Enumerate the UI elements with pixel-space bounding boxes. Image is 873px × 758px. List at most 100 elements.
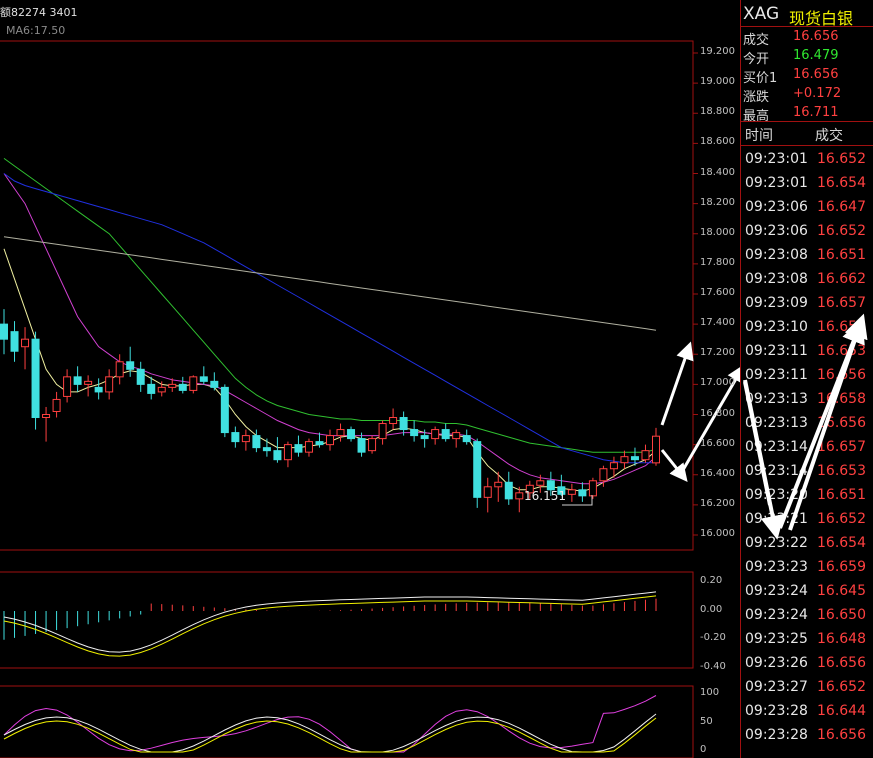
- tick-price: 16.653: [817, 343, 866, 359]
- tick-time: 09:23:20: [745, 487, 808, 503]
- candle: [336, 423, 345, 442]
- tick-time: 09:23:08: [745, 247, 808, 263]
- quote-row: 成交 16.656: [743, 29, 873, 48]
- ma-line: [3, 173, 656, 464]
- kdj-tick: 50: [700, 716, 713, 727]
- tick-row: 09:23:13 16.658: [745, 391, 873, 415]
- tick-row: 09:23:11 16.656: [745, 367, 873, 391]
- candle: [210, 372, 219, 391]
- kdj-tick: 0: [700, 744, 707, 755]
- tick-price: 16.656: [817, 727, 866, 743]
- tick-time: 09:23:14: [745, 439, 808, 455]
- tick-row: 09:23:28 16.644: [745, 703, 873, 727]
- tick-row: 09:23:28 16.656: [745, 727, 873, 751]
- macd-dif-line: [3, 591, 657, 653]
- tick-row: 09:23:10 16.650: [745, 319, 873, 343]
- candle: [441, 423, 450, 442]
- ma-line: [3, 248, 657, 492]
- macd-tick: -0.20: [700, 632, 726, 643]
- chart-window: 额82274 3401 MA6:17.50 16.151 19.200 19.00…: [0, 0, 873, 758]
- tick-price: 16.651: [817, 247, 866, 263]
- candle: [357, 432, 366, 457]
- tick-row: 09:23:22 16.654: [745, 535, 873, 559]
- candle: [63, 369, 72, 403]
- tick-time: 09:23:13: [745, 391, 808, 407]
- price-tick: 17.600: [700, 287, 735, 298]
- volume-label: 额82274 3401: [0, 6, 78, 19]
- candle: [347, 426, 356, 442]
- price-tick: 17.400: [700, 317, 735, 329]
- candle: [452, 429, 461, 448]
- candle: [410, 420, 419, 442]
- price-tick: 19.000: [700, 76, 735, 88]
- tick-price: 16.650: [817, 607, 866, 623]
- price-tick: 16.200: [700, 497, 735, 509]
- tick-time: 09:23:24: [745, 583, 808, 599]
- tick-price: 16.652: [817, 223, 866, 239]
- tick-time: 09:23:28: [745, 727, 808, 743]
- price-chart[interactable]: [0, 0, 740, 758]
- tick-time: 09:23:06: [745, 223, 808, 239]
- tick-row: 09:23:23 16.659: [745, 559, 873, 583]
- tick-row: 09:23:14 16.657: [745, 439, 873, 463]
- candle: [126, 346, 135, 377]
- tick-time: 09:23:11: [745, 343, 808, 359]
- tick-row: 09:23:20 16.651: [745, 487, 873, 511]
- candle: [652, 427, 660, 466]
- candle: [178, 376, 187, 394]
- tick-price: 16.657: [817, 439, 866, 455]
- candle: [326, 429, 334, 451]
- tick-price: 16.652: [817, 151, 866, 167]
- candle: [588, 477, 597, 499]
- tick-time: 09:23:26: [745, 655, 808, 671]
- quote-value: 16.656: [793, 67, 839, 82]
- tick-row: 09:23:08 16.662: [745, 271, 873, 295]
- candle: [462, 429, 471, 445]
- candle: [21, 327, 30, 370]
- tick-price: 16.658: [817, 391, 866, 407]
- candle: [483, 477, 492, 513]
- tick-row: 09:23:06 16.652: [745, 223, 873, 247]
- quote-label: 买价1: [743, 71, 778, 86]
- ticks-header-price: 成交: [815, 128, 843, 144]
- quote-row: 涨跌 +0.172: [743, 86, 873, 105]
- tick-price: 16.651: [817, 487, 866, 503]
- low-price-annotation: 16.151: [524, 489, 566, 503]
- price-tick: 18.600: [700, 136, 735, 148]
- quote-value: +0.172: [793, 86, 842, 101]
- ma-line: [3, 236, 657, 331]
- candle: [52, 391, 61, 418]
- tick-row: 09:23:25 16.648: [745, 631, 873, 655]
- candle: [294, 435, 303, 457]
- tick-price: 16.656: [817, 367, 866, 383]
- candle: [94, 378, 103, 400]
- price-tick: 17.800: [700, 256, 735, 268]
- price-tick: 16.400: [700, 467, 735, 479]
- quote-value: 16.656: [793, 29, 839, 44]
- quote-label: 今开: [743, 52, 770, 67]
- macd-tick: -0.40: [700, 661, 726, 672]
- candle: [567, 483, 576, 502]
- tick-price: 16.644: [817, 703, 866, 719]
- tick-time: 09:23:01: [745, 175, 808, 191]
- price-tick: 18.400: [700, 166, 735, 178]
- candle: [620, 450, 629, 469]
- price-tick: 19.200: [700, 46, 735, 57]
- tick-price: 16.654: [817, 175, 866, 191]
- macd-tick: 0.00: [700, 604, 723, 615]
- ma-line: [3, 157, 657, 453]
- candle: [136, 361, 145, 392]
- price-tick: 18.800: [700, 106, 735, 118]
- tick-time: 09:23:25: [745, 631, 808, 647]
- tick-price: 16.656: [817, 415, 866, 431]
- candle: [368, 435, 377, 454]
- tick-price: 16.653: [817, 463, 866, 479]
- tick-time: 09:23:06: [745, 199, 808, 215]
- candle: [515, 486, 524, 513]
- tick-price: 16.654: [817, 535, 866, 551]
- tick-time: 09:23:08: [745, 271, 808, 287]
- tick-time: 09:23:10: [745, 319, 808, 335]
- kdj-tick: 100: [700, 687, 720, 698]
- tick-row: 09:23:01 16.654: [745, 175, 873, 199]
- candle: [157, 381, 166, 397]
